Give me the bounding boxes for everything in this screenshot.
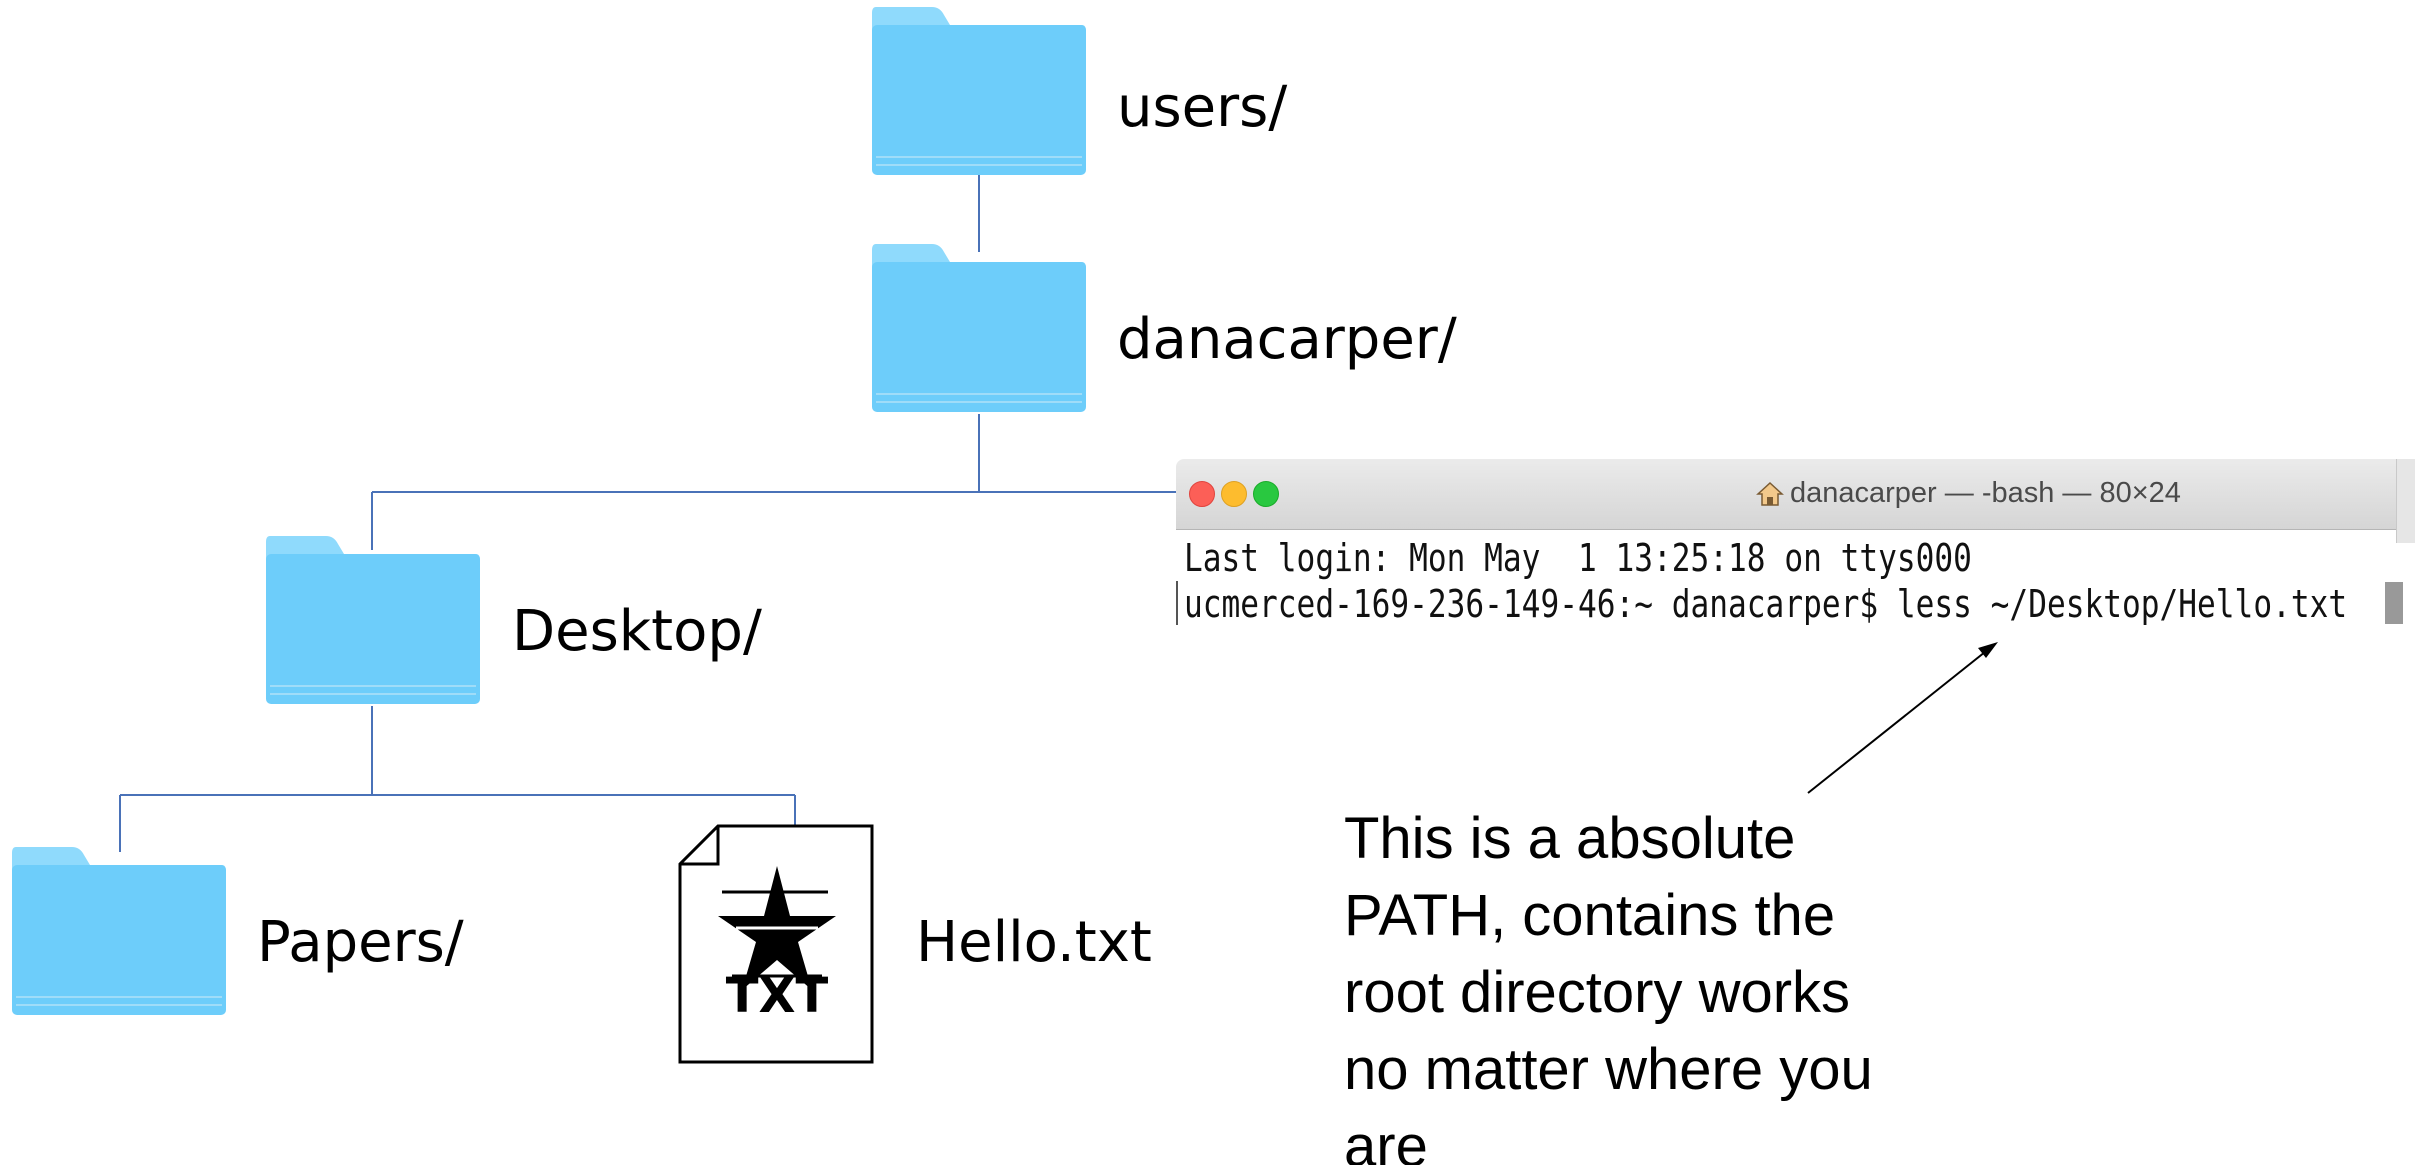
terminal-window[interactable]: danacarper — -bash — 80×24 Last login: M… [1176,459,2415,669]
note-line: no matter where you [1344,1037,1873,1102]
note-line: are [1344,1114,1428,1165]
close-button[interactable] [1189,481,1215,507]
folder-label-desktop: Desktop/ [512,599,762,664]
folder-icon [12,847,226,1015]
folder-icon [266,536,480,704]
note-line: PATH, contains the [1344,883,1836,948]
folder-label-papers: Papers/ [257,910,464,975]
folder-icon [872,244,1086,412]
home-icon [1756,481,1784,506]
annotation-note: This is a absolute PATH, contains the ro… [1344,800,1964,1165]
window-edge [2396,459,2415,543]
terminal-title-text: danacarper — -bash — 80×24 [1790,477,2181,509]
terminal-titlebar[interactable]: danacarper — -bash — 80×24 [1176,459,2415,530]
diagram-canvas: users/ danacarper/ Desktop/ Papers/ TXT … [0,0,2415,1165]
note-line: root directory works [1344,960,1851,1025]
folder-label-users: users/ [1117,75,1288,140]
zoom-button[interactable] [1253,481,1279,507]
note-line: This is a absolute [1344,806,1796,871]
folder-icon [872,7,1086,175]
minimize-button[interactable] [1221,481,1247,507]
terminal-title: danacarper — -bash — 80×24 [1756,477,2181,510]
folder-label-danacarper: danacarper/ [1117,307,1457,372]
terminal-line-login: Last login: Mon May 1 13:25:18 on ttys00… [1184,536,1972,580]
file-icon-text: TXT [726,968,829,1024]
file-label-hello: Hello.txt [916,910,1152,975]
txt-file-icon: TXT [678,824,874,1064]
terminal-line-marker [1176,581,1182,625]
terminal-cursor [2385,582,2403,624]
terminal-line-command[interactable]: ucmerced-169-236-149-46:~ danacarper$ le… [1184,585,2347,623]
